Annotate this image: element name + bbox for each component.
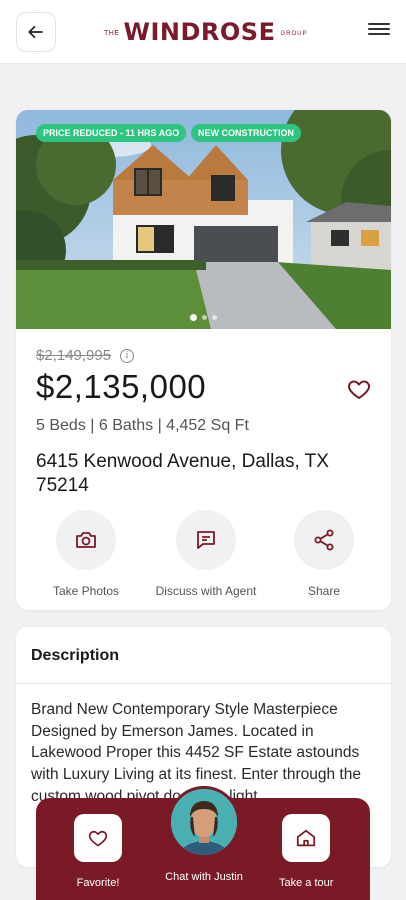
carousel-dot[interactable] bbox=[212, 315, 217, 320]
take-tour-button[interactable]: Take a tour bbox=[279, 814, 333, 889]
share-icon bbox=[314, 529, 334, 551]
logo-group: GROUP bbox=[280, 31, 308, 37]
agent-portrait bbox=[171, 789, 237, 855]
heart-icon bbox=[88, 830, 108, 847]
logo-the: THE bbox=[104, 29, 120, 37]
carousel-dot[interactable] bbox=[202, 315, 207, 320]
take-photos-label: Take Photos bbox=[52, 584, 120, 598]
price-reduced-badge: PRICE REDUCED - 11 HRS AGO bbox=[36, 124, 187, 142]
take-tour-label: Take a tour bbox=[279, 877, 334, 889]
back-button[interactable] bbox=[16, 12, 56, 52]
divider bbox=[16, 683, 391, 684]
agent-avatar[interactable] bbox=[168, 786, 240, 858]
listing-card: PRICE REDUCED - 11 HRS AGO NEW CONSTRUCT… bbox=[16, 110, 391, 610]
current-price: $2,135,000 bbox=[36, 368, 207, 405]
share-button[interactable]: Share bbox=[264, 510, 384, 598]
share-label: Share bbox=[307, 584, 341, 598]
discuss-agent-button[interactable]: Discuss with Agent bbox=[146, 510, 266, 598]
hamburger-menu-icon[interactable] bbox=[368, 20, 390, 42]
listing-photo[interactable]: PRICE REDUCED - 11 HRS AGO NEW CONSTRUCT… bbox=[16, 110, 391, 329]
favorite-toggle[interactable] bbox=[346, 377, 374, 403]
heart-icon bbox=[348, 380, 370, 399]
back-arrow-icon bbox=[28, 25, 43, 39]
logo-wordmark: WINDROSE bbox=[123, 18, 276, 46]
description-title: Description bbox=[31, 647, 120, 664]
chat-icon bbox=[197, 531, 215, 549]
property-specs: 5 Beds | 6 Baths | 4,452 Sq Ft bbox=[36, 417, 249, 434]
take-photos-button[interactable]: Take Photos bbox=[26, 510, 146, 598]
carousel-dot[interactable] bbox=[190, 314, 197, 321]
house-photo-illustration bbox=[16, 110, 391, 329]
carousel-indicator[interactable] bbox=[16, 314, 391, 321]
camera-icon bbox=[76, 532, 96, 548]
home-icon bbox=[297, 829, 316, 847]
info-icon[interactable]: i bbox=[120, 349, 134, 363]
property-address: 6415 Kenwood Avenue, Dallas, TX 75214 bbox=[36, 451, 329, 496]
app-header: THE WINDROSE GROUP bbox=[0, 0, 406, 64]
brand-logo[interactable]: THE WINDROSE GROUP bbox=[104, 14, 308, 50]
new-construction-badge: NEW CONSTRUCTION bbox=[191, 124, 301, 142]
favorite-label: Favorite! bbox=[76, 877, 120, 889]
chat-agent-label[interactable]: Chat with Justin bbox=[150, 871, 258, 883]
original-price: $2,149,995 bbox=[36, 347, 112, 364]
favorite-button[interactable]: Favorite! bbox=[74, 814, 122, 889]
discuss-agent-label: Discuss with Agent bbox=[155, 584, 257, 598]
